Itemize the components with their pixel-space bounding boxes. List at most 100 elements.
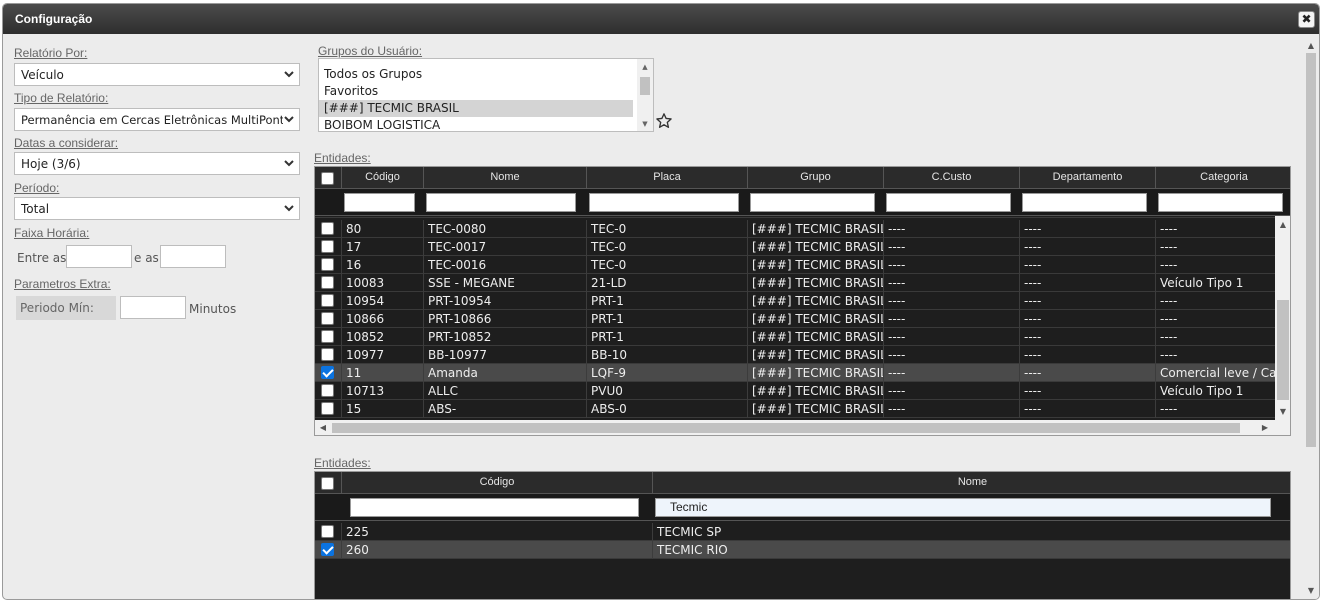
periodo-select[interactable]: Total	[14, 197, 300, 220]
table-row[interactable]: 10977 BB-10977 BB-10 [###] TECMIC BRASIL ---…	[315, 346, 1275, 364]
grid-filter-row	[315, 189, 1290, 216]
table-row[interactable]: 16 TEC-0016 TEC-0 [###] TECMIC BRASIL ---- --…	[315, 256, 1275, 274]
grupo-option[interactable]: Todos os Grupos	[319, 66, 653, 83]
scroll-thumb[interactable]	[332, 423, 1240, 433]
table-row[interactable]: 17 TEC-0017 TEC-0 [###] TECMIC BRASIL ---- --…	[315, 238, 1275, 256]
table-row[interactable]: 10852 PRT-10852 PRT-1 [###] TECMIC BRASIL --…	[315, 328, 1275, 346]
cell-categoria: ----	[1155, 400, 1275, 418]
cell-ccusto: ----	[883, 382, 1019, 400]
filter-codigo-input[interactable]	[344, 193, 415, 212]
select-all-checkbox[interactable]	[321, 172, 334, 185]
header-nome[interactable]: Nome	[423, 167, 586, 189]
filter-grupo-input[interactable]	[750, 193, 875, 212]
grupos-listbox[interactable]: Todos os Grupos Favoritos [###] TECMIC B…	[318, 58, 654, 132]
table-row[interactable]: 10954 PRT-10954 PRT-1 [###] TECMIC BRASIL --…	[315, 292, 1275, 310]
cell-codigo: 225	[341, 523, 652, 541]
header-grupo[interactable]: Grupo	[747, 167, 883, 189]
scroll-left-icon[interactable]: ◀	[317, 423, 329, 432]
scroll-up-icon[interactable]: ▲	[1275, 220, 1290, 229]
star-icon[interactable]	[655, 112, 673, 130]
hora-fim-input[interactable]	[160, 245, 226, 268]
hora-inicio-input[interactable]	[66, 245, 132, 268]
table-row[interactable]: 10083 SSE - MEGANE 21-LD [###] TECMIC BRASI…	[315, 274, 1275, 292]
cell-ccusto: ----	[883, 310, 1019, 328]
relatorio-por-select[interactable]: Veículo	[14, 63, 300, 86]
cell-nome: TEC-0016	[423, 256, 586, 274]
periodo-min-label: Periodo Mín:	[16, 296, 116, 320]
table-row[interactable]: 225 TECMIC SP	[315, 523, 1290, 541]
cell-depto: ----	[1019, 346, 1155, 364]
row-checkbox[interactable]	[321, 366, 334, 379]
close-button[interactable]: ✖	[1298, 11, 1315, 28]
scroll-down-icon[interactable]: ▼	[1303, 586, 1319, 595]
header-codigo[interactable]: Código	[341, 472, 652, 494]
cell-ccusto: ----	[883, 274, 1019, 292]
grupo-option-selected[interactable]: [###] TECMIC BRASIL	[319, 100, 633, 117]
cell-depto: ----	[1019, 382, 1155, 400]
header-ccusto[interactable]: C.Custo	[883, 167, 1019, 189]
filter-nome-input[interactable]: Tecmic	[655, 498, 1271, 517]
cell-depto: ----	[1019, 364, 1155, 382]
row-checkbox[interactable]	[321, 276, 334, 289]
tipo-relatorio-select[interactable]: Permanência em Cercas Eletrônicas MultiP…	[14, 108, 300, 131]
cell-ccusto: ----	[883, 346, 1019, 364]
scroll-right-icon[interactable]: ▶	[1259, 423, 1271, 432]
table-row[interactable]: 10866 PRT-10866 PRT-1 [###] TECMIC BRASIL --…	[315, 310, 1275, 328]
row-checkbox[interactable]	[321, 525, 334, 538]
table-row[interactable]: 11 Amanda LQF-9 [###] TECMIC BRASIL ---- ----…	[315, 364, 1275, 382]
table-row[interactable]: 10713 ALLC PVU0 [###] TECMIC BRASIL ---- ----…	[315, 382, 1275, 400]
filter-ccusto-input[interactable]	[886, 193, 1011, 212]
header-nome[interactable]: Nome	[652, 472, 1290, 494]
row-checkbox[interactable]	[321, 384, 334, 397]
row-checkbox[interactable]	[321, 240, 334, 253]
filter-codigo-input[interactable]	[350, 498, 639, 517]
header-categoria[interactable]: Categoria	[1155, 167, 1290, 189]
cell-grupo: [###] TECMIC BRASIL	[747, 220, 883, 238]
datas-select[interactable]: Hoje (3/6)	[14, 152, 300, 175]
scroll-up-icon[interactable]: ▲	[1303, 41, 1319, 50]
scroll-thumb[interactable]	[640, 77, 650, 95]
cell-codigo: 10713	[341, 382, 423, 400]
filter-nome-input[interactable]	[426, 193, 576, 212]
row-checkbox[interactable]	[321, 222, 334, 235]
scroll-thumb[interactable]	[1306, 53, 1316, 447]
row-checkbox[interactable]	[321, 402, 334, 415]
grupos-scrollbar[interactable]: ▲ ▼	[637, 59, 653, 131]
cell-categoria: ----	[1155, 292, 1275, 310]
row-checkbox[interactable]	[321, 348, 334, 361]
row-checkbox[interactable]	[321, 312, 334, 325]
cell-placa: LQF-9	[586, 364, 747, 382]
cell-placa: PRT-1	[586, 292, 747, 310]
cell-codigo: 260	[341, 541, 652, 559]
table-row[interactable]: 260 TECMIC RIO	[315, 541, 1290, 559]
cell-depto: ----	[1019, 256, 1155, 274]
grid-horizontal-scrollbar[interactable]: ◀ ▶	[315, 420, 1290, 435]
header-placa[interactable]: Placa	[586, 167, 747, 189]
row-checkbox[interactable]	[321, 330, 334, 343]
header-codigo[interactable]: Código	[341, 167, 423, 189]
filter-departamento-input[interactable]	[1022, 193, 1147, 212]
grid-vertical-scrollbar[interactable]: ▲ ▼	[1275, 216, 1290, 420]
grupo-option[interactable]: BOIBOM LOGISTICA	[319, 117, 653, 131]
periodo-min-input[interactable]	[120, 296, 186, 319]
grid-header: Código Nome Placa Grupo C.Custo Departam…	[315, 167, 1290, 189]
table-row[interactable]: 15 ABS- ABS-0 [###] TECMIC BRASIL ---- ---- --…	[315, 400, 1275, 418]
scroll-down-icon[interactable]: ▼	[1275, 407, 1290, 416]
cell-grupo: [###] TECMIC BRASIL	[747, 256, 883, 274]
cell-codigo: 10852	[341, 328, 423, 346]
table-row[interactable]: 80 TEC-0080 TEC-0 [###] TECMIC BRASIL ---- --…	[315, 220, 1275, 238]
header-departamento[interactable]: Departamento	[1019, 167, 1155, 189]
cell-ccusto: ----	[883, 238, 1019, 256]
dialog-vertical-scrollbar[interactable]: ▲ ▼	[1303, 35, 1319, 599]
scroll-up-icon[interactable]: ▲	[637, 63, 653, 71]
scroll-down-icon[interactable]: ▼	[637, 120, 653, 128]
filter-categoria-input[interactable]	[1158, 193, 1283, 212]
filter-placa-input[interactable]	[589, 193, 739, 212]
row-checkbox[interactable]	[321, 543, 334, 556]
scroll-thumb[interactable]	[1277, 300, 1289, 400]
grupo-option[interactable]: Favoritos	[319, 83, 653, 100]
select-all-checkbox[interactable]	[321, 477, 334, 490]
row-checkbox[interactable]	[321, 294, 334, 307]
row-checkbox[interactable]	[321, 258, 334, 271]
cell-ccusto: ----	[883, 328, 1019, 346]
